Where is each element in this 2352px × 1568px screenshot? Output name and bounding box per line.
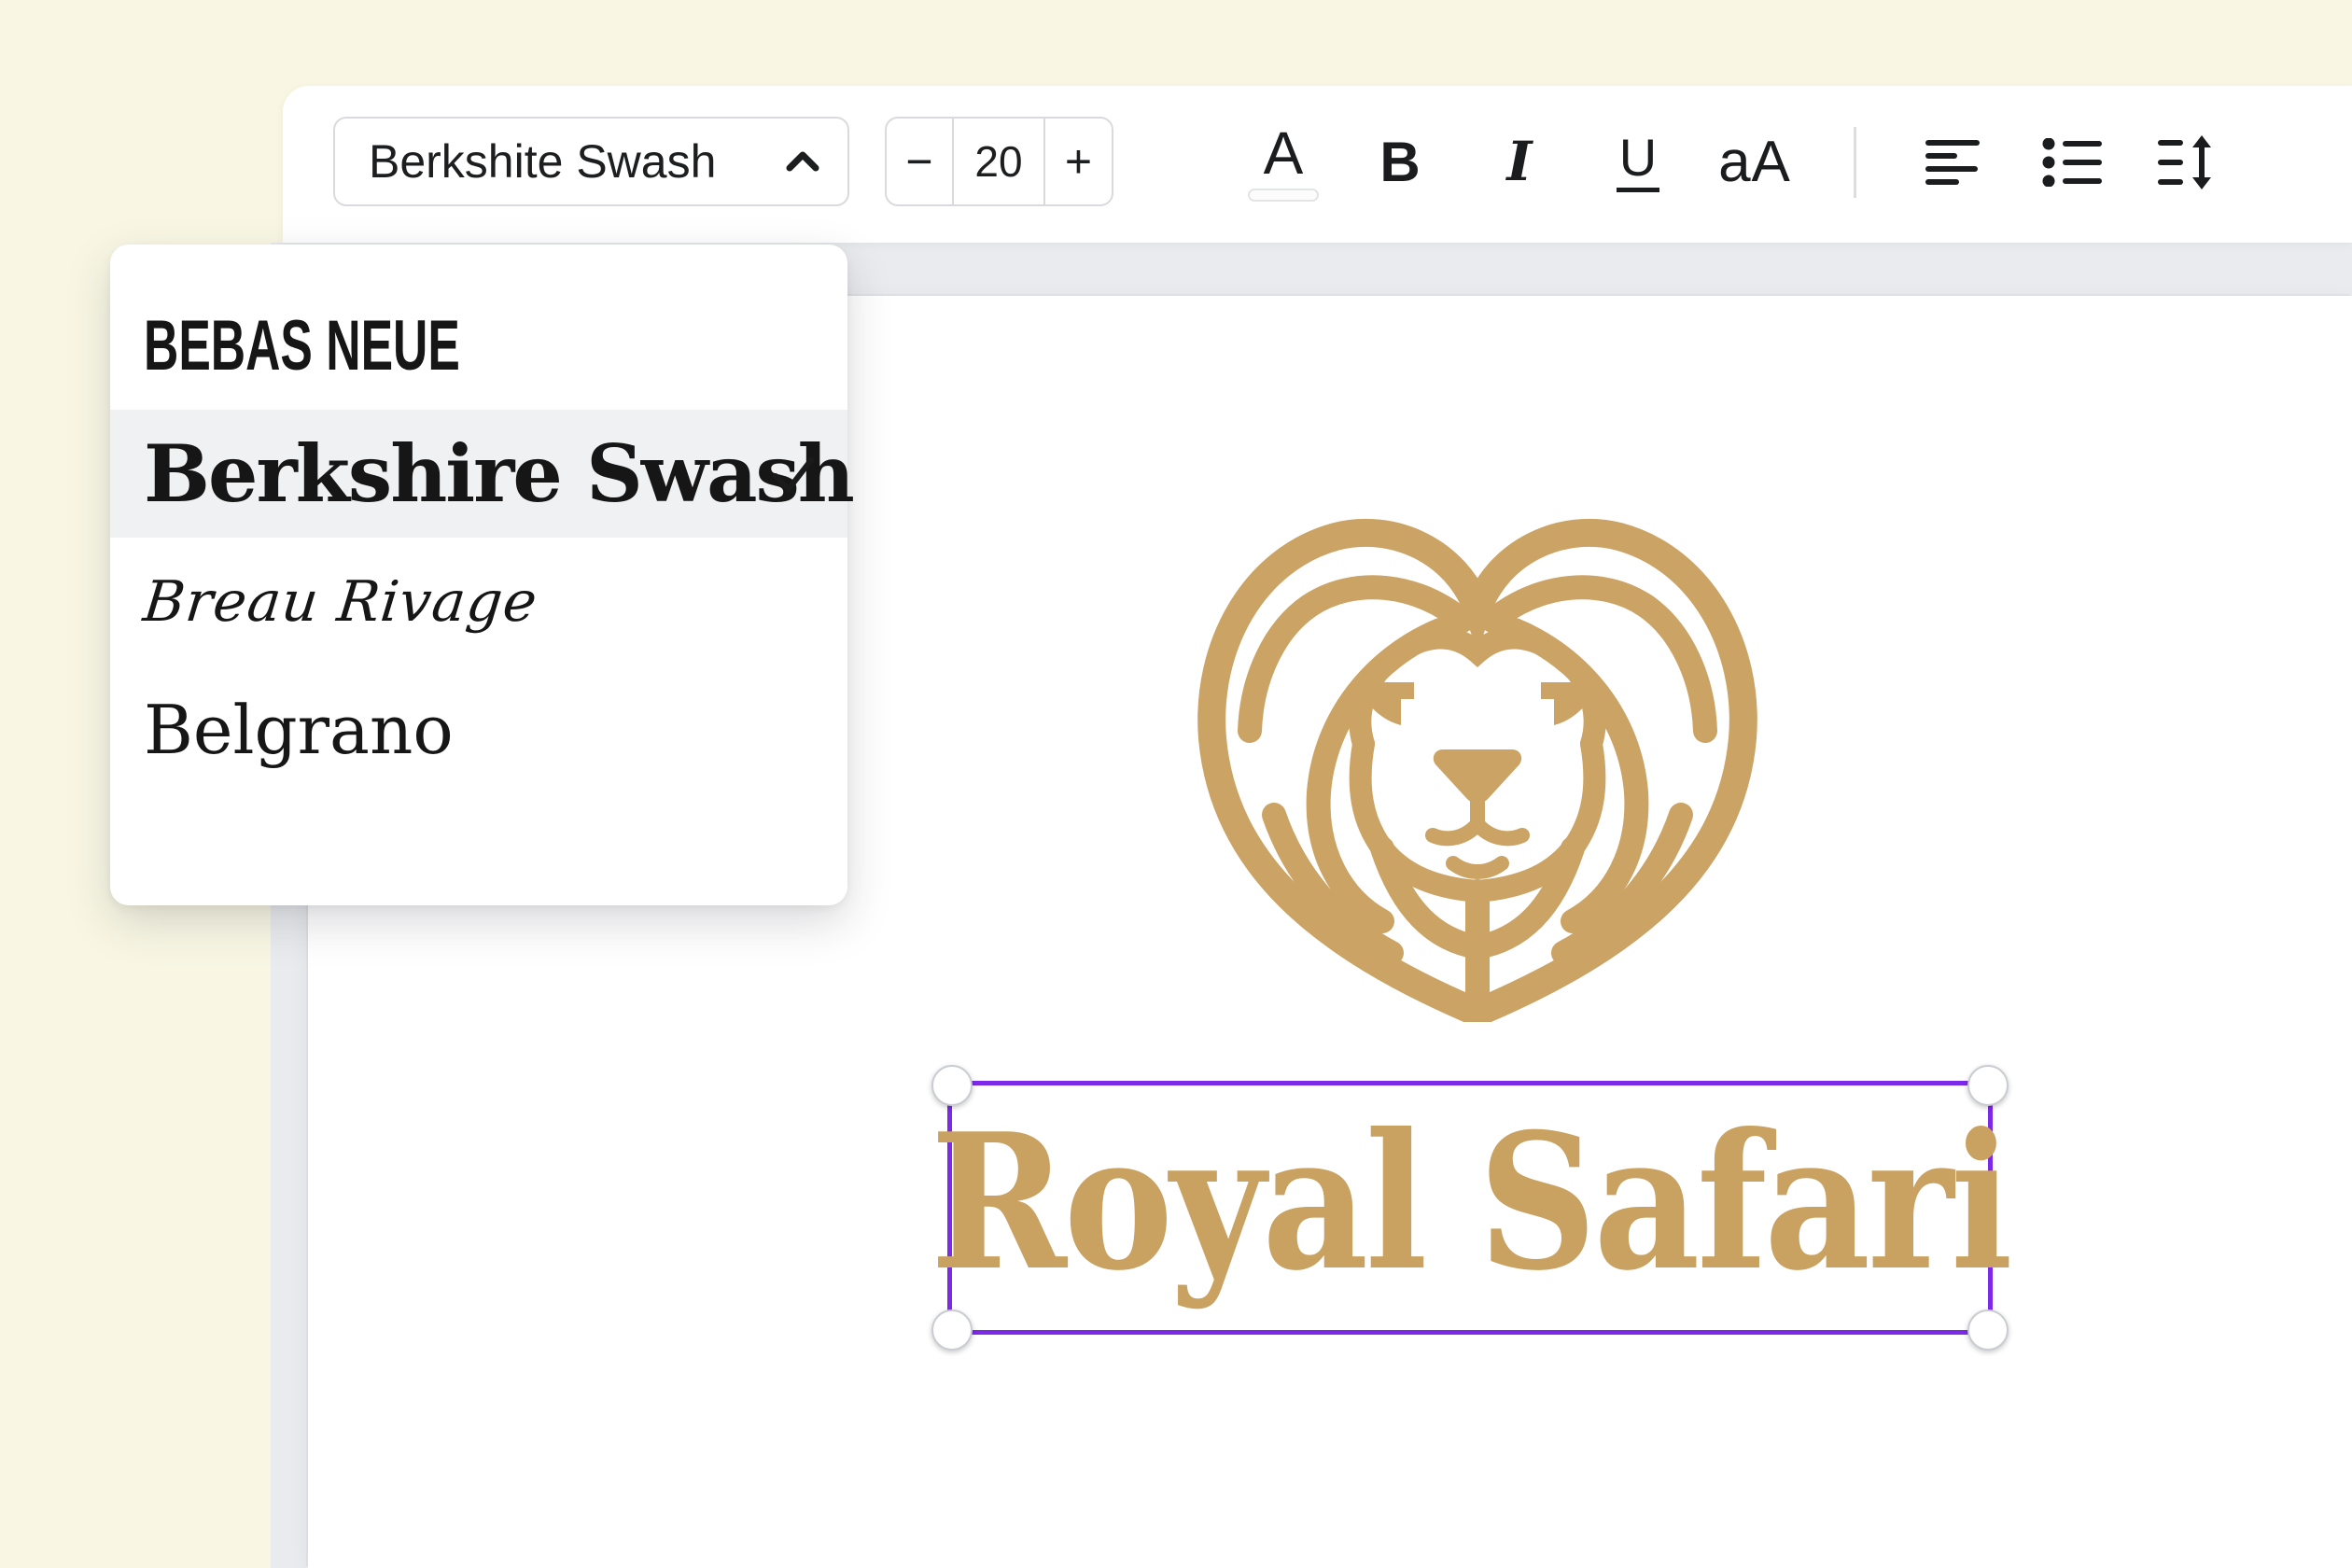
text-case-button[interactable]: aA: [1708, 117, 1801, 206]
line-spacing-icon: [2158, 135, 2216, 189]
bold-button[interactable]: B: [1363, 117, 1437, 206]
font-selector-value: Berkshite Swash: [369, 134, 786, 189]
text-color-button[interactable]: A: [1246, 117, 1321, 206]
lion-logo[interactable]: [1197, 499, 1757, 1022]
selection-handle-top-right[interactable]: [1967, 1065, 2009, 1106]
bullet-list-button[interactable]: [2042, 133, 2104, 192]
text-color-swatch: [1248, 189, 1319, 202]
font-dropdown: BEBAS NEUE Berkshire Swash Breau Rivage …: [110, 245, 847, 905]
line-spacing-button[interactable]: [2158, 133, 2216, 192]
font-option-bebas-neue[interactable]: BEBAS NEUE: [110, 282, 847, 410]
bullet-list-icon: [2042, 138, 2104, 187]
font-option-label: Berkshire Swash: [144, 427, 853, 520]
font-size-decrease-button[interactable]: −: [887, 119, 954, 204]
lion-chin: [1453, 863, 1502, 872]
checkmark-icon: [771, 455, 816, 494]
align-left-icon: [1925, 139, 1981, 186]
chevron-up-icon: [786, 150, 819, 173]
font-size-increase-button[interactable]: +: [1043, 119, 1112, 204]
font-size-stepper: − 20 +: [885, 117, 1113, 206]
selection-handle-top-left[interactable]: [931, 1065, 973, 1106]
font-option-label: Breau Rivage: [140, 569, 540, 635]
underline-button[interactable]: U: [1601, 117, 1675, 206]
align-left-button[interactable]: [1925, 133, 1981, 192]
font-size-value[interactable]: 20: [954, 119, 1043, 204]
toolbar-divider: [1854, 127, 1856, 198]
text-element-selection[interactable]: Royal Safari: [947, 1081, 1993, 1335]
selection-handle-bottom-left[interactable]: [931, 1309, 973, 1351]
font-option-berkshire-swash[interactable]: Berkshire Swash: [110, 410, 847, 538]
font-option-belgrano[interactable]: Belgrano: [110, 665, 847, 793]
font-option-label: BEBAS NEUE: [144, 305, 460, 386]
font-option-label: Belgrano: [144, 691, 454, 769]
selection-handle-bottom-right[interactable]: [1967, 1309, 2009, 1351]
italic-button[interactable]: I: [1482, 117, 1557, 206]
text-color-glyph: A: [1264, 123, 1304, 183]
text-toolbar: Berkshite Swash − 20 + A B I U aA: [283, 86, 2352, 243]
font-option-breau-rivage[interactable]: Breau Rivage: [110, 538, 847, 665]
canvas-text[interactable]: Royal Safari: [931, 1110, 2009, 1306]
lion-muzzle: [1433, 800, 1522, 838]
font-selector[interactable]: Berkshite Swash: [333, 117, 849, 206]
